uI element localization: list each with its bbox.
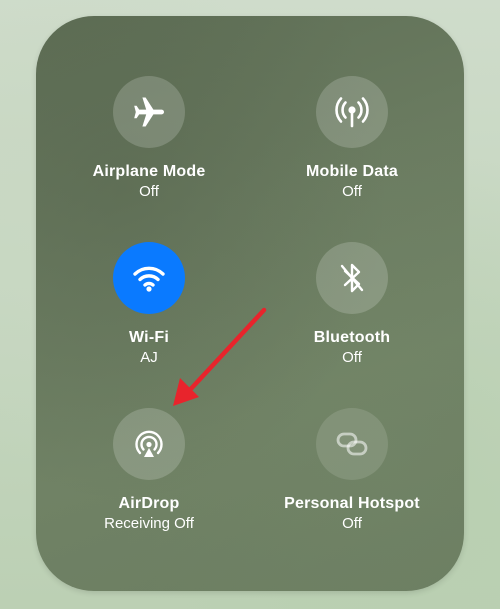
airplane-mode-tile: Airplane Mode Off: [54, 76, 244, 202]
personal-hotspot-button[interactable]: [316, 408, 388, 480]
bluetooth-off-icon: [340, 263, 364, 293]
bluetooth-status: Off: [342, 349, 362, 366]
bluetooth-label: Bluetooth: [313, 329, 391, 346]
mobile-data-tile: Mobile Data Off: [257, 76, 447, 202]
wifi-tile: Wi-Fi AJ: [54, 242, 244, 368]
wifi-icon: [133, 266, 165, 292]
connectivity-panel: Airplane Mode Off Mobile Data Off Wi-Fi …: [36, 16, 464, 591]
airdrop-tile: AirDrop Receiving Off: [54, 408, 244, 534]
airplane-mode-label: Airplane Mode: [92, 163, 206, 180]
airdrop-button[interactable]: [113, 408, 185, 480]
airplane-mode-status: Off: [139, 183, 159, 200]
mobile-data-status: Off: [342, 183, 362, 200]
wifi-network-name: AJ: [140, 349, 158, 366]
mobile-data-label: Mobile Data: [306, 163, 398, 180]
hotspot-icon: [336, 432, 368, 456]
airdrop-status: Receiving Off: [104, 515, 194, 532]
wifi-button[interactable]: [113, 242, 185, 314]
wifi-label: Wi-Fi: [129, 329, 169, 346]
personal-hotspot-status: Off: [342, 515, 362, 532]
airdrop-label: AirDrop: [118, 495, 180, 512]
personal-hotspot-tile: Personal Hotspot Off: [257, 408, 447, 534]
mobile-data-button[interactable]: [316, 76, 388, 148]
airdrop-icon: [135, 430, 163, 457]
bluetooth-button[interactable]: [316, 242, 388, 314]
airplane-mode-button[interactable]: [113, 76, 185, 148]
antenna-icon: [335, 97, 369, 128]
personal-hotspot-label: Personal Hotspot: [284, 495, 420, 512]
bluetooth-tile: Bluetooth Off: [257, 242, 447, 368]
airplane-icon: [134, 97, 164, 127]
